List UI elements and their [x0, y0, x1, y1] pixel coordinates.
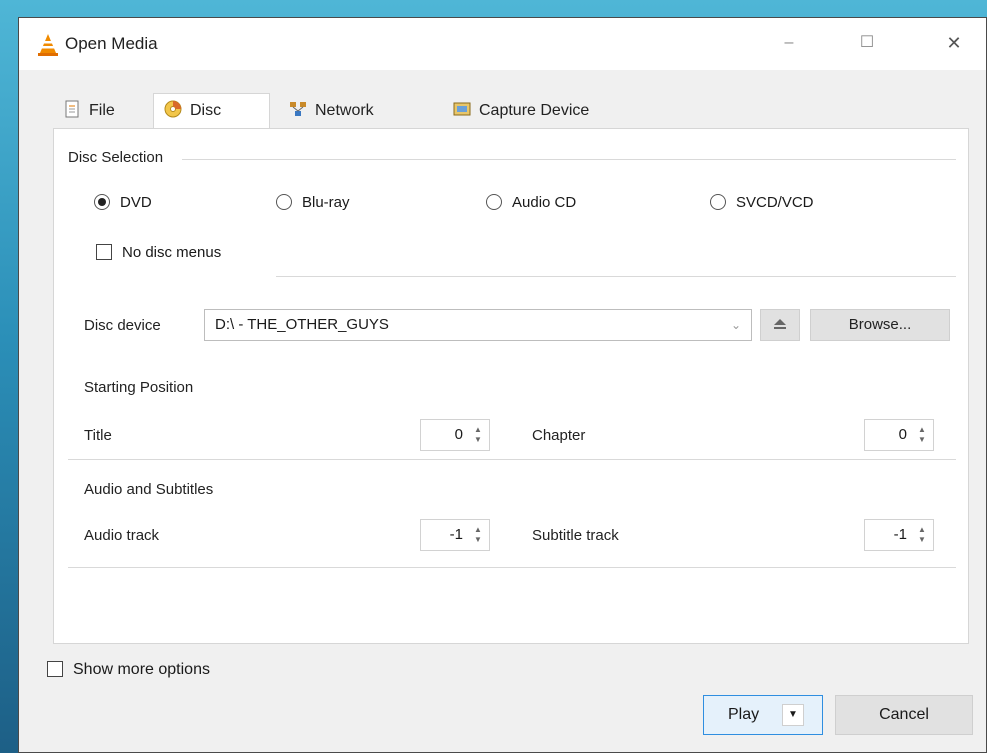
eject-button[interactable] — [760, 309, 800, 341]
radio-indicator — [276, 194, 292, 210]
close-button[interactable]: ✕ — [934, 28, 974, 58]
radio-indicator — [486, 194, 502, 210]
chapter-spinbox[interactable]: 0 ▲ ▼ — [864, 419, 934, 451]
spin-arrows-icon[interactable]: ▲ ▼ — [915, 425, 929, 445]
network-icon — [290, 102, 306, 116]
vlc-cone-icon — [38, 34, 58, 56]
group-divider — [68, 459, 956, 460]
audio-track-label: Audio track — [84, 527, 160, 544]
tab-disc-label: Disc — [190, 102, 222, 119]
eject-icon — [774, 319, 786, 329]
title-bar: Open Media – ☐ ✕ — [19, 18, 986, 70]
radio-blu-ray-label: Blu-ray — [302, 194, 350, 211]
checkbox-box — [47, 661, 63, 677]
group-divider — [182, 159, 956, 160]
starting-position-group-label: Starting Position — [84, 379, 194, 396]
radio-dvd[interactable]: DVD — [94, 193, 152, 213]
minimize-button[interactable]: – — [769, 28, 809, 58]
play-button-label: Play — [728, 706, 760, 723]
tab-capture-device[interactable]: Capture Device — [443, 94, 643, 128]
radio-audio-cd[interactable]: Audio CD — [486, 193, 576, 213]
title-value: 0 — [454, 426, 463, 443]
tab-disc[interactable]: Disc — [153, 93, 270, 129]
file-icon — [65, 100, 79, 118]
spin-arrows-icon[interactable]: ▲ ▼ — [471, 425, 485, 445]
disc-device-label: Disc device — [84, 317, 161, 334]
radio-dvd-label: DVD — [120, 194, 152, 211]
checkbox-box — [96, 244, 112, 260]
subtitle-track-spinbox[interactable]: -1 ▲ ▼ — [864, 519, 934, 551]
tab-network[interactable]: Network — [279, 94, 434, 128]
tab-network-label: Network — [315, 102, 374, 119]
maximize-button[interactable]: ☐ — [847, 28, 887, 58]
audio-track-value: -1 — [449, 526, 463, 543]
show-more-options-label: Show more options — [73, 661, 210, 678]
tab-capture-device-label: Capture Device — [479, 102, 590, 119]
chevron-down-icon: ⌄ — [730, 318, 741, 332]
disc-selection-group-label: Disc Selection — [68, 149, 164, 166]
group-divider — [68, 567, 956, 568]
radio-audio-cd-label: Audio CD — [512, 194, 577, 211]
window-title: Open Media — [65, 34, 158, 53]
spin-arrows-icon[interactable]: ▲ ▼ — [915, 525, 929, 545]
play-button[interactable]: Play ▼ — [703, 695, 823, 735]
chapter-value: 0 — [898, 426, 907, 443]
capture-device-icon — [453, 102, 471, 116]
radio-svcd-vcd[interactable]: SVCD/VCD — [710, 193, 814, 213]
radio-blu-ray[interactable]: Blu-ray — [276, 193, 350, 213]
show-more-options-checkbox[interactable]: Show more options — [47, 660, 210, 680]
disc-device-dropdown[interactable]: D:\ - THE_OTHER_GUYS ⌄ — [204, 309, 752, 341]
audio-subtitles-group-label: Audio and Subtitles — [84, 481, 214, 498]
chapter-label: Chapter — [532, 427, 586, 444]
disc-icon — [164, 100, 182, 118]
radio-svcd-vcd-label: SVCD/VCD — [736, 194, 814, 211]
subtitle-track-value: -1 — [893, 526, 907, 543]
open-media-dialog: Open Media – ☐ ✕ File Disc Network Captu… — [18, 17, 987, 753]
disc-device-value: D:\ - THE_OTHER_GUYS — [215, 316, 389, 333]
tab-file-label: File — [89, 102, 115, 119]
subtitle-track-label: Subtitle track — [532, 527, 619, 544]
tab-file[interactable]: File — [53, 94, 153, 128]
title-spinbox[interactable]: 0 ▲ ▼ — [420, 419, 490, 451]
chevron-down-icon[interactable]: ▼ — [782, 704, 804, 726]
divider-line — [276, 276, 956, 277]
audio-track-spinbox[interactable]: -1 ▲ ▼ — [420, 519, 490, 551]
no-disc-menus-label: No disc menus — [122, 244, 222, 261]
title-label: Title — [84, 427, 112, 444]
cancel-button[interactable]: Cancel — [835, 695, 973, 735]
no-disc-menus-checkbox[interactable]: No disc menus — [96, 243, 221, 263]
radio-indicator — [710, 194, 726, 210]
disc-panel: Disc Selection DVD Blu-ray Audio CD SVCD… — [53, 128, 969, 644]
radio-selected-indicator — [94, 194, 110, 210]
spin-arrows-icon[interactable]: ▲ ▼ — [471, 525, 485, 545]
browse-button[interactable]: Browse... — [810, 309, 950, 341]
